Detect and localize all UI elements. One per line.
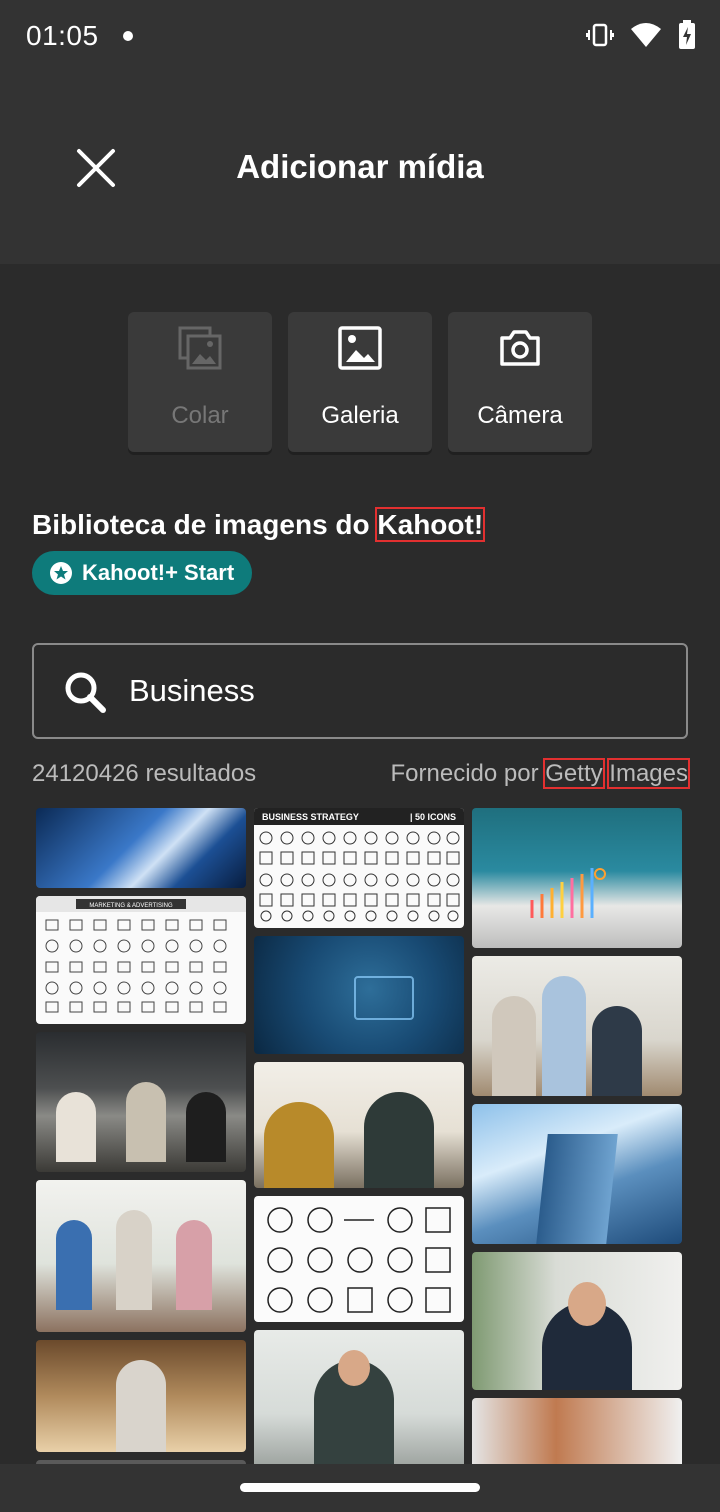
gallery-image-icon [338, 326, 382, 370]
image-result[interactable] [472, 1398, 682, 1464]
provider-getty[interactable]: Getty [543, 758, 605, 789]
wifi-icon [631, 23, 661, 47]
image-result[interactable] [472, 808, 682, 948]
image-result[interactable] [36, 1340, 246, 1452]
media-content: Colar Galeria Câmera Biblioteca de image… [0, 264, 720, 1464]
image-result[interactable] [254, 936, 464, 1054]
image-result[interactable] [254, 1330, 464, 1464]
line-icons-thumbnail [267, 1207, 451, 1313]
gallery-button[interactable]: Galeria [288, 312, 432, 452]
image-result[interactable] [254, 1196, 464, 1322]
search-icon [65, 672, 106, 713]
camera-button-label: Câmera [477, 402, 563, 429]
image-result[interactable] [36, 1032, 246, 1172]
search-input[interactable] [129, 673, 669, 709]
star-badge-icon [50, 562, 72, 584]
camera-button[interactable]: Câmera [448, 312, 592, 452]
provider-images[interactable]: Images [607, 758, 690, 789]
icon-set-thumbnail: BUSINESS STRATEGY | 50 ICONS [254, 808, 464, 922]
icon-set-title: MARKETING & ADVERTISING [89, 903, 173, 909]
paste-button[interactable]: Colar [128, 312, 272, 452]
image-result[interactable]: MARKETING & ADVERTISING [36, 896, 246, 1024]
provided-by-label: Fornecido por [390, 760, 546, 787]
system-nav-bar [0, 1464, 720, 1512]
image-result[interactable] [36, 808, 246, 888]
app-header: Adicionar mídia [0, 76, 720, 264]
image-result[interactable] [36, 1180, 246, 1332]
battery-icon [679, 20, 695, 49]
page-title: Adicionar mídia [236, 148, 484, 185]
icon-set-title: BUSINESS STRATEGY [262, 812, 359, 822]
gallery-button-label: Galeria [321, 402, 399, 429]
icon-set-count: | 50 ICONS [410, 812, 456, 822]
provider-credit: Fornecido por Getty Images [390, 758, 690, 789]
paste-image-icon [178, 326, 222, 370]
status-time: 01:05 [26, 20, 99, 51]
icon-set-thumbnail: MARKETING & ADVERTISING [36, 896, 246, 1013]
search-field[interactable] [32, 643, 688, 739]
home-gesture-handle[interactable] [240, 1483, 480, 1492]
results-count: 24120426 resultados [32, 760, 257, 787]
status-bar: 01:05 [0, 0, 720, 76]
image-result[interactable] [472, 1252, 682, 1390]
notification-dot-icon [123, 31, 133, 41]
paste-button-label: Colar [171, 402, 229, 429]
image-result[interactable] [472, 956, 682, 1096]
plan-badge-label: Kahoot!+ Start [82, 560, 235, 585]
image-result[interactable] [254, 1062, 464, 1188]
vibrate-icon [586, 23, 614, 47]
growth-chart-graphic [530, 868, 606, 918]
image-result[interactable] [472, 1104, 682, 1244]
library-title-prefix: Biblioteca de imagens do [32, 509, 378, 540]
status-icons [586, 20, 696, 50]
image-result[interactable]: BUSINESS STRATEGY | 50 ICONS [254, 808, 464, 928]
camera-icon [500, 330, 540, 366]
plan-badge: Kahoot!+ Start [32, 551, 253, 595]
library-title: Biblioteca de imagens do Kahoot! [32, 507, 486, 542]
library-title-brand: Kahoot! [375, 507, 486, 542]
